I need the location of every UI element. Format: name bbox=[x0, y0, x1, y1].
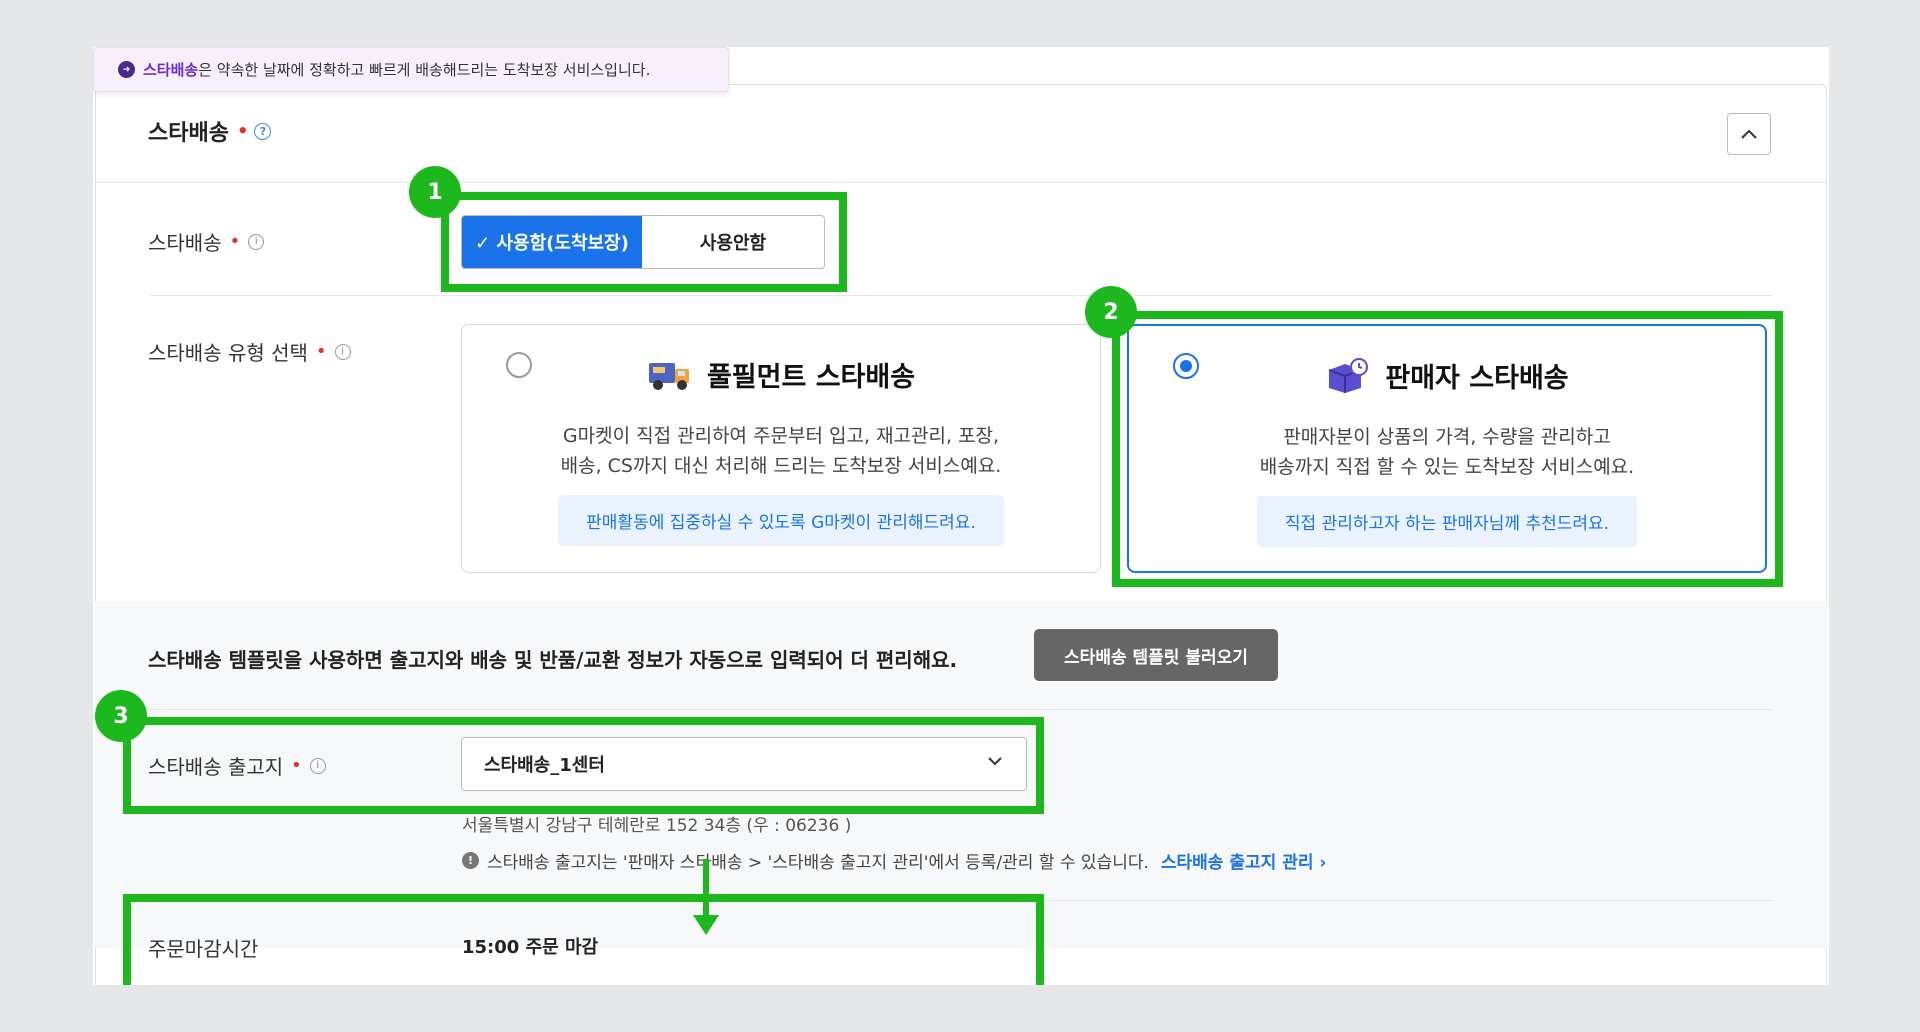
chevron-up-icon bbox=[1741, 129, 1757, 139]
star-delivery-panel: ➜ 스타배송 은 약속한 날짜에 정확하고 빠르게 배송해드리는 도착보장 서비… bbox=[93, 47, 1829, 985]
banner-highlight: 스타배송 bbox=[143, 61, 199, 79]
fulfillment-desc: G마켓이 직접 관리하여 주문부터 입고, 재고관리, 포장, 배송, CS까지… bbox=[462, 421, 1100, 481]
annotation-box-1 bbox=[441, 192, 847, 292]
desc-line: G마켓이 직접 관리하여 주문부터 입고, 재고관리, 포장, bbox=[562, 425, 1000, 447]
required-mark: • bbox=[236, 120, 249, 142]
divider bbox=[149, 709, 1772, 710]
warehouse-address: 서울특별시 강남구 테헤란로 152 34층 (우 : 06236 ) bbox=[462, 816, 852, 836]
template-info-text: 스타배송 템플릿을 사용하면 출고지와 배송 및 반품/교환 정보가 자동으로 … bbox=[148, 648, 958, 672]
annotation-box-cutoff bbox=[123, 894, 1044, 985]
warehouse-note-text: 스타배송 출고지는 '판매자 스타배송 > '스타배송 출고지 관리'에서 등록… bbox=[487, 853, 1149, 873]
required-mark: • bbox=[315, 341, 327, 362]
warehouse-note: ! 스타배송 출고지는 '판매자 스타배송 > '스타배송 출고지 관리'에서 … bbox=[462, 848, 1326, 873]
info-filled-icon: ! bbox=[462, 852, 479, 869]
annotation-box-2 bbox=[1112, 311, 1783, 587]
divider bbox=[93, 182, 1829, 183]
info-icon[interactable]: i bbox=[334, 343, 351, 360]
collapse-button[interactable] bbox=[1727, 113, 1771, 155]
usage-row-label: 스타배송 • i bbox=[148, 227, 265, 256]
star-logo-icon: ➜ bbox=[118, 61, 135, 78]
info-icon[interactable]: i bbox=[248, 233, 265, 250]
annotation-badge-2: 2 bbox=[1085, 286, 1137, 338]
usage-label: 스타배송 bbox=[148, 231, 222, 255]
annotation-box-3 bbox=[123, 717, 1044, 814]
divider bbox=[149, 295, 1772, 296]
fulfillment-card[interactable]: 풀필먼트 스타배송 G마켓이 직접 관리하여 주문부터 입고, 재고관리, 포장… bbox=[461, 324, 1101, 573]
load-template-button[interactable]: 스타배송 템플릿 불러오기 bbox=[1034, 629, 1278, 681]
section-title: 스타배송 • ? bbox=[148, 115, 272, 147]
type-row-label: 스타배송 유형 선택 • i bbox=[148, 337, 351, 366]
desc-line: 배송, CS까지 대신 처리해 드리는 도착보장 서비스예요. bbox=[560, 455, 1002, 477]
fulfillment-title-text: 풀필먼트 스타배송 bbox=[706, 362, 916, 393]
banner-text: 은 약속한 날짜에 정확하고 빠르게 배송해드리는 도착보장 서비스입니다. bbox=[198, 61, 651, 79]
truck-icon bbox=[648, 362, 689, 390]
warehouse-manage-link[interactable]: 스타배송 출고지 관리 › bbox=[1161, 848, 1327, 873]
type-label: 스타배송 유형 선택 bbox=[148, 341, 308, 365]
info-banner: ➜ 스타배송 은 약속한 날짜에 정확하고 빠르게 배송해드리는 도착보장 서비… bbox=[93, 47, 729, 92]
section-title-text: 스타배송 bbox=[148, 121, 229, 146]
fulfillment-card-title: 풀필먼트 스타배송 bbox=[462, 355, 1100, 394]
help-icon[interactable]: ? bbox=[254, 122, 272, 140]
fulfillment-pill: 판매활동에 집중하실 수 있도록 G마켓이 관리해드려요. bbox=[558, 495, 1004, 546]
annotation-badge-1: 1 bbox=[409, 166, 461, 218]
annotation-badge-3: 3 bbox=[95, 690, 147, 742]
required-mark: • bbox=[229, 231, 241, 252]
